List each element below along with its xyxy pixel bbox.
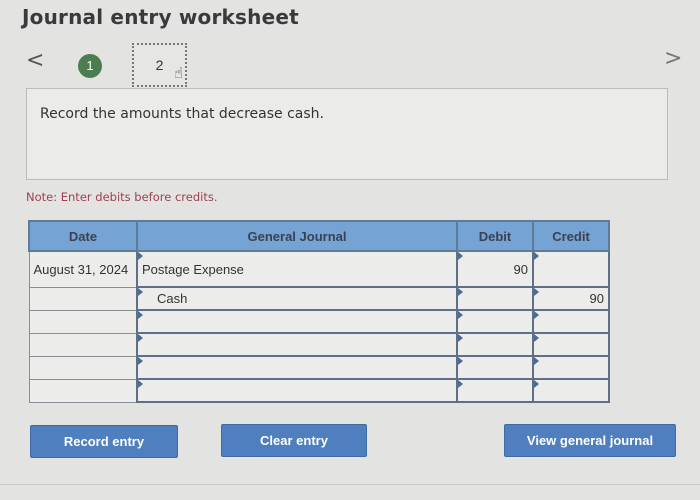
credit-input[interactable] bbox=[532, 309, 610, 334]
credit-input[interactable]: 90 bbox=[532, 286, 610, 311]
account-value: Postage Expense bbox=[142, 261, 244, 277]
account-input[interactable]: Cash bbox=[136, 286, 458, 311]
credit-input[interactable] bbox=[532, 250, 610, 288]
chevron-right-icon[interactable]: > bbox=[664, 46, 682, 71]
instruction-panel: Record the amounts that decrease cash. bbox=[26, 88, 668, 180]
debit-input[interactable] bbox=[456, 332, 534, 357]
table-row bbox=[28, 355, 610, 380]
account-input[interactable] bbox=[136, 378, 458, 403]
credit-input[interactable] bbox=[532, 332, 610, 357]
date-cell[interactable] bbox=[28, 378, 138, 403]
debit-input[interactable]: 90 bbox=[456, 250, 534, 288]
debit-input[interactable] bbox=[456, 355, 534, 380]
hand-pointer-icon: ☝ bbox=[174, 64, 184, 82]
debit-input[interactable] bbox=[456, 286, 534, 311]
step-1-button[interactable]: 1 bbox=[78, 54, 102, 78]
header-debit: Debit bbox=[456, 220, 534, 252]
clear-entry-button[interactable]: Clear entry bbox=[221, 424, 367, 457]
account-input[interactable] bbox=[136, 355, 458, 380]
journal-table: Date General Journal Debit Credit August… bbox=[28, 220, 610, 403]
account-value: Cash bbox=[157, 291, 188, 306]
header-general-journal: General Journal bbox=[136, 220, 458, 252]
account-input[interactable]: Postage Expense bbox=[136, 250, 458, 288]
journal-header-row: Date General Journal Debit Credit bbox=[28, 220, 610, 252]
date-cell[interactable] bbox=[28, 286, 138, 311]
date-cell[interactable] bbox=[28, 309, 138, 334]
note-text: Note: Enter debits before credits. bbox=[26, 190, 218, 204]
record-entry-button[interactable]: Record entry bbox=[30, 425, 178, 458]
table-row: August 31, 2024 Postage Expense 90 bbox=[28, 250, 610, 288]
date-cell[interactable] bbox=[28, 355, 138, 380]
table-row bbox=[28, 309, 610, 334]
credit-input[interactable] bbox=[532, 355, 610, 380]
debit-input[interactable] bbox=[456, 309, 534, 334]
header-credit: Credit bbox=[532, 220, 610, 252]
divider bbox=[0, 484, 700, 485]
date-cell[interactable]: August 31, 2024 bbox=[28, 250, 138, 288]
table-row bbox=[28, 332, 610, 357]
chevron-left-icon[interactable]: < bbox=[26, 48, 44, 73]
credit-input[interactable] bbox=[532, 378, 610, 403]
debit-input[interactable] bbox=[456, 378, 534, 403]
page-title: Journal entry worksheet bbox=[22, 5, 299, 29]
table-row: Cash 90 bbox=[28, 286, 610, 311]
view-general-journal-button[interactable]: View general journal bbox=[504, 424, 676, 457]
table-row bbox=[28, 378, 610, 403]
account-input[interactable] bbox=[136, 332, 458, 357]
date-cell[interactable] bbox=[28, 332, 138, 357]
instruction-text: Record the amounts that decrease cash. bbox=[40, 106, 324, 122]
account-input[interactable] bbox=[136, 309, 458, 334]
header-date: Date bbox=[28, 220, 138, 252]
